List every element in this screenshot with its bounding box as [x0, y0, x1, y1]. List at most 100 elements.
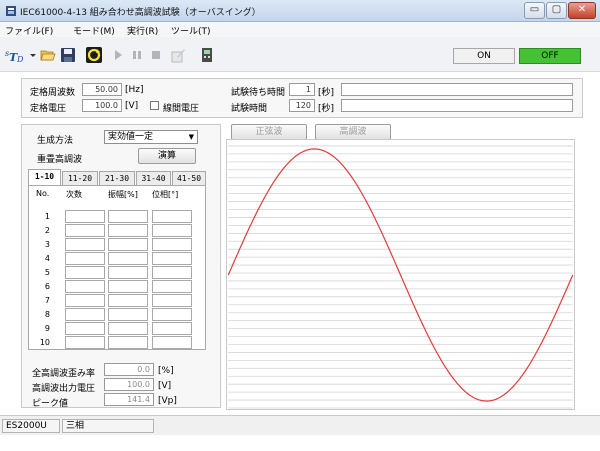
peak-label: ピーク値 [32, 399, 69, 409]
test-wait-unit: [秒] [318, 88, 335, 98]
on-button[interactable]: ON [453, 48, 515, 64]
tab-41-50[interactable]: 41-50 [172, 171, 206, 185]
amplitude-input-row-2[interactable] [108, 224, 148, 237]
chevron-down-icon: ▼ [188, 133, 194, 141]
phase-input-row-5[interactable] [152, 266, 192, 279]
rated-frequency-label: 定格周波数 [30, 88, 76, 98]
row-number-5: 5 [44, 268, 50, 277]
menu-bar: ファイル(F) モード(M) 実行(R) ツール(T) [0, 22, 600, 37]
row-number-2: 2 [44, 226, 50, 235]
peak-value: 141.4 [104, 393, 154, 406]
main-window: IEC61000-4-13 組み合わせ高調波試験（オーバスイング） ▭ ▢ ✕ … [0, 0, 600, 451]
calculate-button[interactable]: 演算 [138, 148, 196, 164]
test-time-unit: [秒] [318, 104, 335, 114]
rated-frequency-unit: [Hz] [125, 85, 144, 95]
rated-frequency-input[interactable]: 50.00 [82, 83, 122, 96]
phase-input-row-6[interactable] [152, 280, 192, 293]
harmonic-output-label: 高調波出力電圧 [32, 384, 96, 394]
order-input-row-6[interactable] [65, 280, 105, 293]
phase-input-row-10[interactable] [152, 336, 192, 349]
app-icon [6, 6, 16, 16]
harmonic-wave-button[interactable]: 高調波 [315, 124, 391, 140]
phase-input-row-2[interactable] [152, 224, 192, 237]
close-button[interactable]: ✕ [568, 2, 596, 19]
row-number-4: 4 [44, 254, 50, 263]
test-wait-progress-bar [341, 83, 573, 96]
minimize-button[interactable]: ▭ [524, 2, 545, 19]
stp-icon[interactable]: s T D [5, 47, 27, 63]
rated-voltage-input[interactable]: 100.0 [82, 99, 122, 112]
off-button[interactable]: OFF [519, 48, 581, 64]
order-input-row-10[interactable] [65, 336, 105, 349]
harmonic-output-unit: [V] [158, 381, 172, 391]
phase-input-row-8[interactable] [152, 308, 192, 321]
tab-21-30[interactable]: 21-30 [99, 171, 135, 185]
stop-icon[interactable] [148, 47, 164, 63]
tab-1-10[interactable]: 1-10 [28, 169, 61, 186]
order-input-row-7[interactable] [65, 294, 105, 307]
pause-icon[interactable] [129, 47, 145, 63]
phase-input-row-7[interactable] [152, 294, 192, 307]
play-icon[interactable] [110, 47, 126, 63]
dropdown-arrow-icon[interactable] [29, 47, 37, 63]
edit-icon[interactable] [170, 47, 186, 63]
row-number-9: 9 [44, 324, 50, 333]
status-phase: 三相 [62, 419, 154, 433]
phase-input-row-9[interactable] [152, 322, 192, 335]
refresh-icon[interactable] [86, 47, 102, 63]
thd-label: 全高調波歪み率 [32, 369, 96, 379]
tab-11-20[interactable]: 11-20 [62, 171, 98, 185]
amplitude-input-row-10[interactable] [108, 336, 148, 349]
superimpose-label: 重畳高調波 [37, 155, 83, 165]
save-icon[interactable] [60, 47, 76, 63]
tab-31-40[interactable]: 31-40 [136, 171, 171, 185]
amplitude-input-row-4[interactable] [108, 252, 148, 265]
sine-wave-button[interactable]: 正弦波 [231, 124, 307, 140]
amplitude-input-row-8[interactable] [108, 308, 148, 321]
generation-method-label: 生成方法 [37, 136, 74, 146]
phase-input-row-1[interactable] [152, 210, 192, 223]
column-header-phase: 位相[°] [152, 190, 179, 199]
harmonic-output-value: 100.0 [104, 378, 154, 391]
generation-method-value: 実効値一定 [108, 132, 154, 142]
test-time-label: 試験時間 [231, 104, 268, 114]
order-input-row-1[interactable] [65, 210, 105, 223]
amplitude-input-row-5[interactable] [108, 266, 148, 279]
menu-file[interactable]: ファイル(F) [5, 24, 53, 37]
menu-tools[interactable]: ツール(T) [171, 24, 211, 37]
test-wait-input[interactable]: 1 [289, 83, 315, 96]
line-voltage-checkbox[interactable] [150, 101, 159, 110]
amplitude-input-row-7[interactable] [108, 294, 148, 307]
svg-text:D: D [16, 55, 24, 63]
rated-voltage-label: 定格電圧 [30, 104, 67, 114]
rated-voltage-unit: [V] [125, 101, 139, 111]
order-input-row-9[interactable] [65, 322, 105, 335]
row-number-7: 7 [44, 296, 50, 305]
row-number-6: 6 [44, 282, 50, 291]
order-input-row-3[interactable] [65, 238, 105, 251]
window-title: IEC61000-4-13 組み合わせ高調波試験（オーバスイング） [20, 8, 261, 18]
phase-input-row-3[interactable] [152, 238, 192, 251]
generation-method-select[interactable]: 実効値一定 ▼ [104, 130, 198, 144]
menu-mode[interactable]: モード(M) [73, 24, 115, 37]
phase-input-row-4[interactable] [152, 252, 192, 265]
order-input-row-4[interactable] [65, 252, 105, 265]
waveform-plot [226, 139, 575, 410]
menu-run[interactable]: 実行(R) [127, 24, 158, 37]
meter-icon[interactable] [199, 47, 215, 63]
row-number-8: 8 [44, 310, 50, 319]
order-input-row-2[interactable] [65, 224, 105, 237]
open-folder-icon[interactable] [40, 47, 56, 63]
order-input-row-5[interactable] [65, 266, 105, 279]
thd-unit: [%] [158, 366, 174, 376]
amplitude-input-row-1[interactable] [108, 210, 148, 223]
thd-value: 0.0 [104, 363, 154, 376]
amplitude-input-row-6[interactable] [108, 280, 148, 293]
maximize-button[interactable]: ▢ [546, 2, 567, 19]
test-time-input[interactable]: 120 [289, 99, 315, 112]
order-input-row-8[interactable] [65, 308, 105, 321]
amplitude-input-row-3[interactable] [108, 238, 148, 251]
row-number-1: 1 [44, 212, 50, 221]
amplitude-input-row-9[interactable] [108, 322, 148, 335]
column-header-order: 次数 [66, 190, 82, 199]
